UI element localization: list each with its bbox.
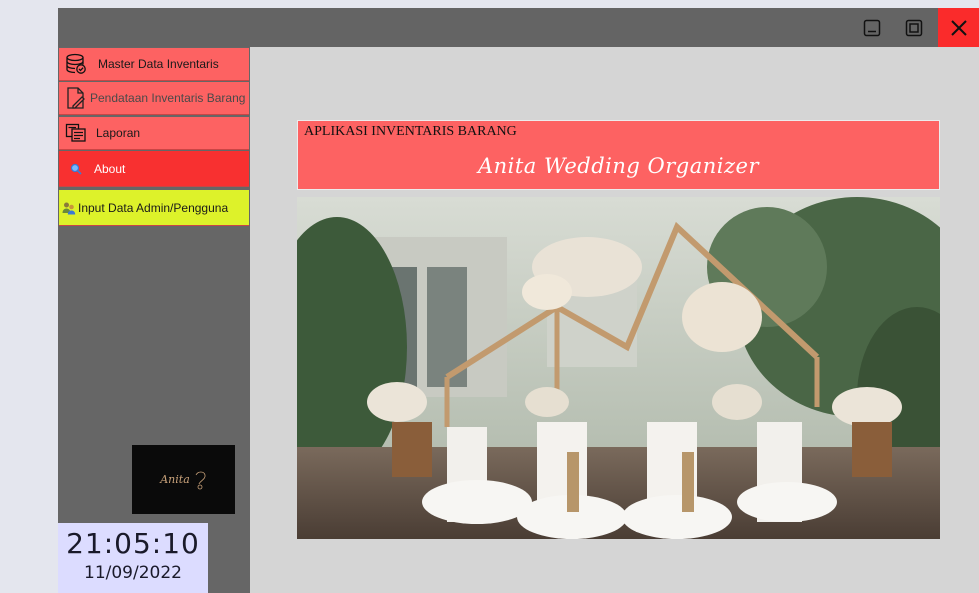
logo-emblem (195, 471, 206, 489)
menu-input-data-admin-pengguna[interactable]: Input Data Admin/Pengguna (59, 190, 249, 226)
main-content: APLIKASI INVENTARIS BARANG Anita Wedding… (250, 47, 979, 593)
menu-about[interactable]: About (59, 151, 249, 187)
header-banner: APLIKASI INVENTARIS BARANG Anita Wedding… (297, 120, 940, 190)
maximize-button[interactable] (897, 8, 930, 47)
clock-date: 11/09/2022 (84, 563, 182, 583)
company-logo: Anita (132, 445, 235, 514)
close-icon (950, 19, 967, 36)
sidebar: Master Data Inventaris Pendataan Inventa… (58, 47, 250, 593)
clock-time: 21:05:10 (66, 527, 200, 560)
menu-laporan[interactable]: Laporan (59, 117, 249, 150)
app-title: APLIKASI INVENTARIS BARANG (304, 124, 517, 139)
menu-pendataan-inventaris-barang[interactable]: Pendataan Inventaris Barang (59, 82, 249, 115)
minimize-button[interactable] (855, 8, 888, 47)
close-button[interactable] (938, 8, 979, 47)
menu-label: Input Data Admin/Pengguna (78, 200, 229, 215)
clock-panel: 21:05:10 11/09/2022 (58, 523, 208, 593)
maximize-icon (905, 19, 922, 36)
logo-text: Anita (160, 473, 190, 486)
report-icon (62, 123, 90, 143)
users-icon (61, 201, 77, 215)
title-bar (58, 8, 979, 47)
minimize-icon (863, 19, 880, 36)
search-icon (62, 163, 90, 175)
app-window: Master Data Inventaris Pendataan Inventa… (58, 8, 979, 593)
document-edit-icon (62, 86, 90, 110)
brand-name: Anita Wedding Organizer (477, 154, 760, 178)
menu-label: Laporan (96, 126, 141, 140)
menu-label: Master Data Inventaris (98, 57, 219, 71)
menu-master-data-inventaris[interactable]: Master Data Inventaris (59, 48, 249, 81)
menu-label: About (94, 161, 126, 176)
database-icon (62, 53, 90, 75)
wedding-decoration-photo (297, 197, 940, 539)
menu-label: Pendataan Inventaris Barang (90, 91, 246, 105)
